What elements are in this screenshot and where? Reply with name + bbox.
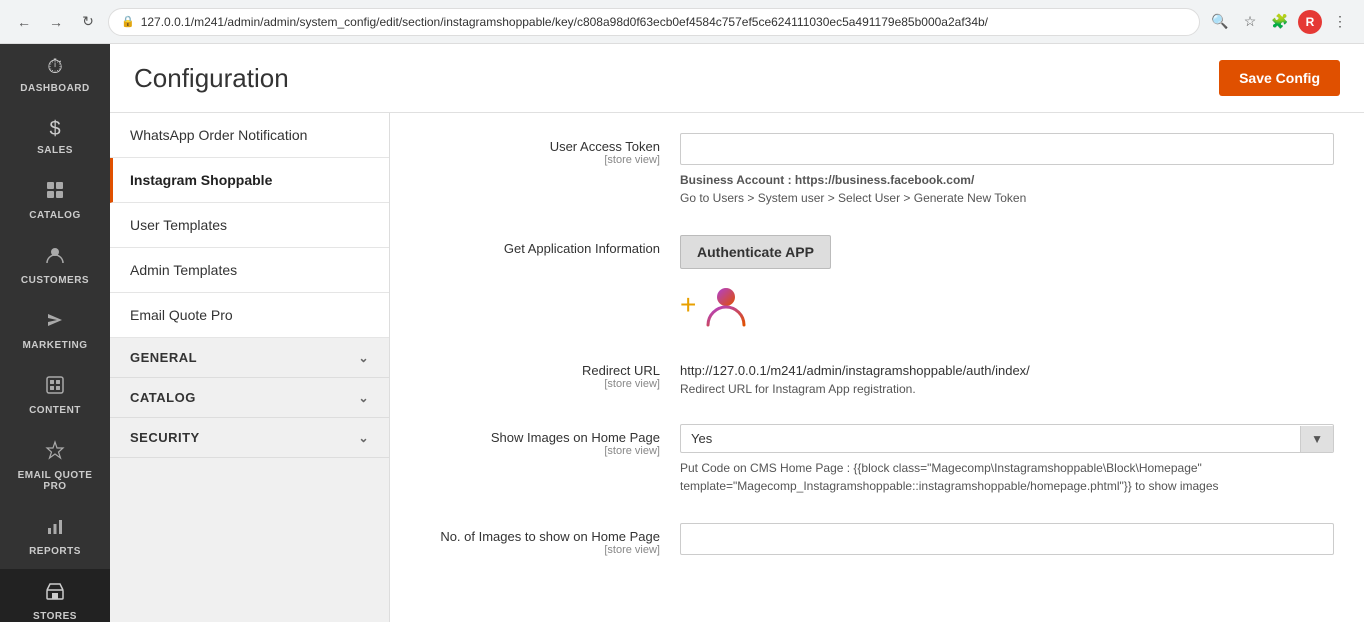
url-text: 127.0.0.1/m241/admin/admin/system_config…: [141, 15, 1187, 29]
profile-button[interactable]: R: [1298, 10, 1322, 34]
form-row-user-access-token: User Access Token [store view] Business …: [420, 133, 1334, 207]
no-of-images-label: No. of Images to show on Home Page [stor…: [420, 523, 660, 556]
sales-icon: $: [49, 118, 60, 141]
forward-button[interactable]: →: [44, 10, 68, 34]
nav-item-email-quote-pro[interactable]: Email Quote Pro: [110, 293, 389, 338]
app-info-label: Get Application Information: [420, 235, 660, 256]
show-images-control: Yes ▼ Put Code on CMS Home Page : {{bloc…: [680, 424, 1334, 495]
sidebar-label-customers: CUSTOMERS: [21, 275, 89, 286]
form-row-redirect-url: Redirect URL [store view] http://127.0.0…: [420, 357, 1334, 396]
nav-section-general[interactable]: GENERAL ⌄: [110, 338, 389, 378]
redirect-url-value: http://127.0.0.1/m241/admin/instagramsho…: [680, 357, 1334, 378]
content-icon: [45, 375, 65, 401]
user-access-token-input[interactable]: [680, 133, 1334, 165]
sidebar-item-sales[interactable]: $ SALES: [0, 106, 110, 168]
nav-section-general-label: GENERAL: [130, 350, 197, 365]
nav-item-instagram[interactable]: Instagram Shoppable: [110, 158, 389, 203]
show-images-dropdown-arrow[interactable]: ▼: [1300, 426, 1333, 452]
reload-button[interactable]: ↻: [76, 10, 100, 34]
plus-icon: +: [680, 289, 696, 321]
sidebar-item-content[interactable]: CONTENT: [0, 363, 110, 428]
main-content: User Access Token [store view] Business …: [390, 113, 1364, 622]
page-header: Configuration Save Config: [110, 44, 1364, 113]
show-images-select[interactable]: Yes ▼: [680, 424, 1334, 453]
lock-icon: 🔒: [121, 15, 135, 28]
content-area: Configuration Save Config WhatsApp Order…: [110, 44, 1364, 622]
sidebar-item-catalog[interactable]: CATALOG: [0, 168, 110, 233]
nav-section-catalog-label: CATALOG: [130, 390, 196, 405]
sidebar-label-dashboard: DASHBOARD: [20, 83, 90, 94]
star-icon[interactable]: ☆: [1238, 10, 1262, 34]
main-layout: ⏱ DASHBOARD $ SALES CATALOG: [0, 44, 1364, 622]
browser-bar: ← → ↻ 🔒 127.0.0.1/m241/admin/admin/syste…: [0, 0, 1364, 44]
save-config-button[interactable]: Save Config: [1219, 60, 1340, 96]
dashboard-icon: ⏱: [47, 56, 63, 79]
redirect-url-label: Redirect URL [store view]: [420, 357, 660, 390]
nav-section-security[interactable]: SECURITY ⌄: [110, 418, 389, 458]
reports-icon: [45, 516, 65, 542]
form-row-no-of-images: No. of Images to show on Home Page [stor…: [420, 523, 1334, 556]
redirect-url-control: http://127.0.0.1/m241/admin/instagramsho…: [680, 357, 1334, 396]
sidebar-item-reports[interactable]: REPORTS: [0, 504, 110, 569]
back-button[interactable]: ←: [12, 10, 36, 34]
app-info-control: Authenticate APP +: [680, 235, 1334, 329]
left-nav: WhatsApp Order Notification Instagram Sh…: [110, 113, 390, 622]
chevron-down-icon: ⌄: [358, 391, 369, 405]
sidebar-item-marketing[interactable]: MARKETING: [0, 298, 110, 363]
browser-actions: 🔍 ☆ 🧩 R ⋮: [1208, 10, 1352, 34]
sidebar-label-sales: SALES: [37, 145, 73, 156]
sidebar-label-email-quote-pro: EMAIL QUOTE PRO: [6, 470, 104, 492]
form-row-app-info: Get Application Information Authenticate…: [420, 235, 1334, 329]
user-access-token-label: User Access Token [store view]: [420, 133, 660, 166]
nav-item-admin-templates[interactable]: Admin Templates: [110, 248, 389, 293]
form-row-show-images: Show Images on Home Page [store view] Ye…: [420, 424, 1334, 495]
sidebar-label-content: CONTENT: [29, 405, 81, 416]
user-access-token-hint: Business Account : https://business.face…: [680, 171, 1334, 207]
sidebar: ⏱ DASHBOARD $ SALES CATALOG: [0, 44, 110, 622]
address-bar[interactable]: 🔒 127.0.0.1/m241/admin/admin/system_conf…: [108, 8, 1200, 36]
more-options-icon[interactable]: ⋮: [1328, 10, 1352, 34]
no-of-images-input[interactable]: [680, 523, 1334, 555]
extensions-icon[interactable]: 🧩: [1268, 10, 1292, 34]
sidebar-item-customers[interactable]: CUSTOMERS: [0, 233, 110, 298]
sidebar-item-stores[interactable]: STORES: [0, 569, 110, 622]
sidebar-item-dashboard[interactable]: ⏱ DASHBOARD: [0, 44, 110, 106]
page-title: Configuration: [134, 63, 289, 94]
sidebar-label-reports: REPORTS: [29, 546, 81, 557]
nav-item-user-templates[interactable]: User Templates: [110, 203, 389, 248]
no-of-images-control: [680, 523, 1334, 555]
email-quote-pro-icon: [45, 440, 65, 466]
chevron-down-icon: ⌄: [358, 351, 369, 365]
catalog-icon: [45, 180, 65, 206]
nav-item-whatsapp[interactable]: WhatsApp Order Notification: [110, 113, 389, 158]
sidebar-label-stores: STORES: [33, 611, 77, 622]
app-icon-graphic: +: [680, 281, 1334, 329]
authenticate-app-button[interactable]: Authenticate APP: [680, 235, 831, 269]
chevron-down-icon: ⌄: [358, 431, 369, 445]
sidebar-item-email-quote-pro[interactable]: EMAIL QUOTE PRO: [0, 428, 110, 504]
user-access-token-control: Business Account : https://business.face…: [680, 133, 1334, 207]
body-content: WhatsApp Order Notification Instagram Sh…: [110, 113, 1364, 622]
show-images-label: Show Images on Home Page [store view]: [420, 424, 660, 457]
nav-section-catalog[interactable]: CATALOG ⌄: [110, 378, 389, 418]
sidebar-label-catalog: CATALOG: [29, 210, 80, 221]
search-icon[interactable]: 🔍: [1208, 10, 1232, 34]
marketing-icon: [45, 310, 65, 336]
stores-icon: [45, 581, 65, 607]
show-images-hint: Put Code on CMS Home Page : {{block clas…: [680, 459, 1334, 495]
customers-icon: [45, 245, 65, 271]
nav-section-security-label: SECURITY: [130, 430, 200, 445]
redirect-url-hint: Redirect URL for Instagram App registrat…: [680, 382, 1334, 396]
sidebar-label-marketing: MARKETING: [22, 340, 87, 351]
show-images-value: Yes: [681, 425, 1300, 452]
person-icon: [702, 281, 750, 329]
